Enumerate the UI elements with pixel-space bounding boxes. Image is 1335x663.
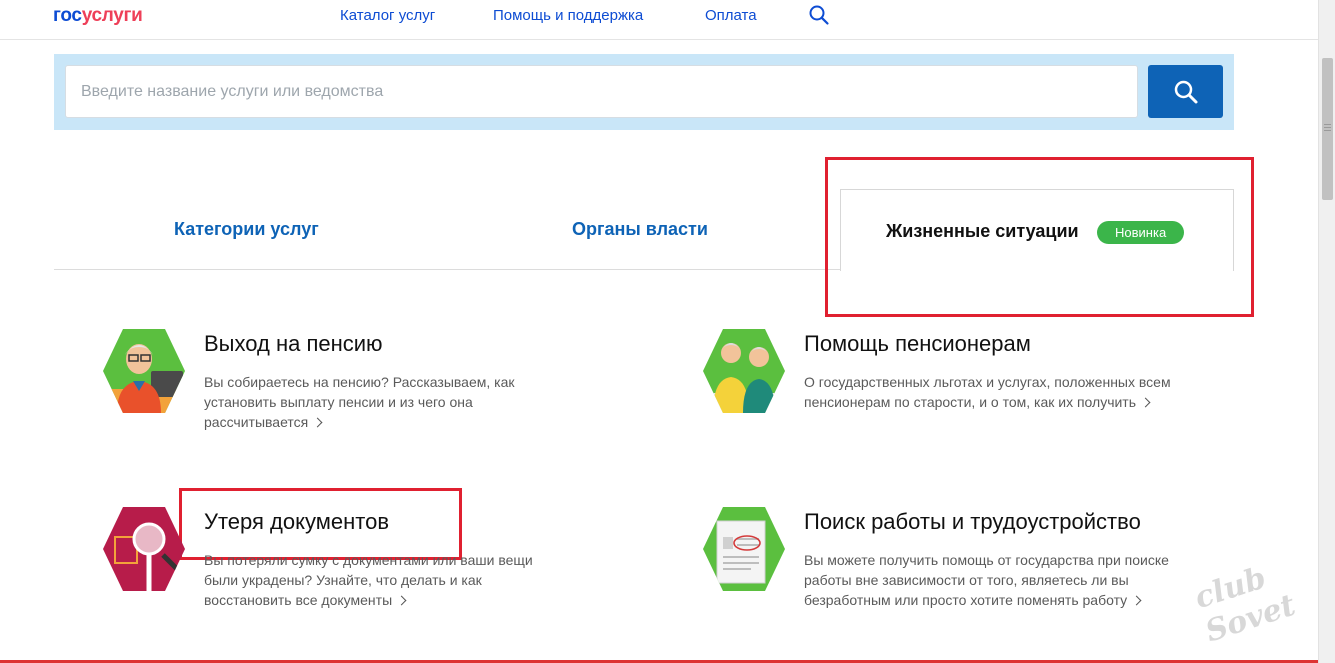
tab-life-situations[interactable]: Жизненные ситуации Новинка [840, 189, 1234, 271]
logo-part-gos: гос [53, 5, 82, 26]
nav-help-link[interactable]: Помощь и поддержка [493, 7, 643, 24]
resume-icon [703, 507, 785, 591]
top-header: госуслуги Каталог услуг Помощь и поддерж… [0, 0, 1318, 40]
elderly-couple-icon [703, 329, 785, 413]
card-title-job-search[interactable]: Поиск работы и трудоустройство [804, 509, 1141, 535]
card-title-lost-documents[interactable]: Утеря документов [204, 509, 389, 535]
card-desc-retirement: Вы собираетесь на пенсию? Рассказываем, … [204, 372, 554, 432]
chevron-right-icon[interactable] [1140, 397, 1151, 408]
card-desc-text: Вы собираетесь на пенсию? Рассказываем, … [204, 374, 515, 430]
chevron-right-icon[interactable] [312, 417, 323, 428]
logo-part-uslugi: услуги [81, 5, 143, 26]
watermark-logo: club Sovet [1190, 560, 1300, 650]
card-title-help-pensioners[interactable]: Помощь пенсионерам [804, 331, 1031, 357]
card-desc-help-pensioners: О государственных льготах и услугах, пол… [804, 372, 1174, 412]
card-desc-lost-documents: Вы потеряли сумку с документами или ваши… [204, 550, 564, 610]
scrollbar-grip-line [1324, 130, 1331, 131]
card-desc-text: Вы можете получить помощь от государства… [804, 552, 1169, 608]
search-icon [1174, 80, 1198, 104]
nav-payment-link[interactable]: Оплата [705, 7, 757, 24]
search-input[interactable] [65, 65, 1138, 118]
gosuslugi-logo[interactable]: госуслуги [53, 5, 143, 27]
chevron-right-icon[interactable] [396, 595, 407, 606]
tab-life-situations-label: Жизненные ситуации [886, 221, 1079, 241]
nav-catalog-link[interactable]: Каталог услуг [340, 7, 435, 24]
retiree-icon [103, 329, 185, 413]
card-title-retirement[interactable]: Выход на пенсию [204, 331, 383, 357]
scrollbar-grip-line [1324, 124, 1331, 125]
tab-categories[interactable]: Категории услуг [174, 219, 319, 240]
tab-authorities[interactable]: Органы власти [572, 219, 708, 240]
search-icon[interactable] [808, 4, 830, 26]
search-button[interactable] [1148, 65, 1223, 118]
magnifier-document-icon [103, 507, 185, 591]
chevron-right-icon[interactable] [1131, 595, 1142, 606]
scrollbar-grip-line [1324, 127, 1331, 128]
new-badge: Новинка [1097, 221, 1185, 244]
scrollbar-thumb[interactable] [1322, 58, 1333, 200]
card-desc-job-search: Вы можете получить помощь от государства… [804, 550, 1189, 610]
search-panel [54, 54, 1234, 130]
page: госуслуги Каталог услуг Помощь и поддерж… [0, 0, 1335, 663]
card-desc-text: О государственных льготах и услугах, пол… [804, 374, 1171, 410]
card-desc-text: Вы потеряли сумку с документами или ваши… [204, 552, 533, 608]
